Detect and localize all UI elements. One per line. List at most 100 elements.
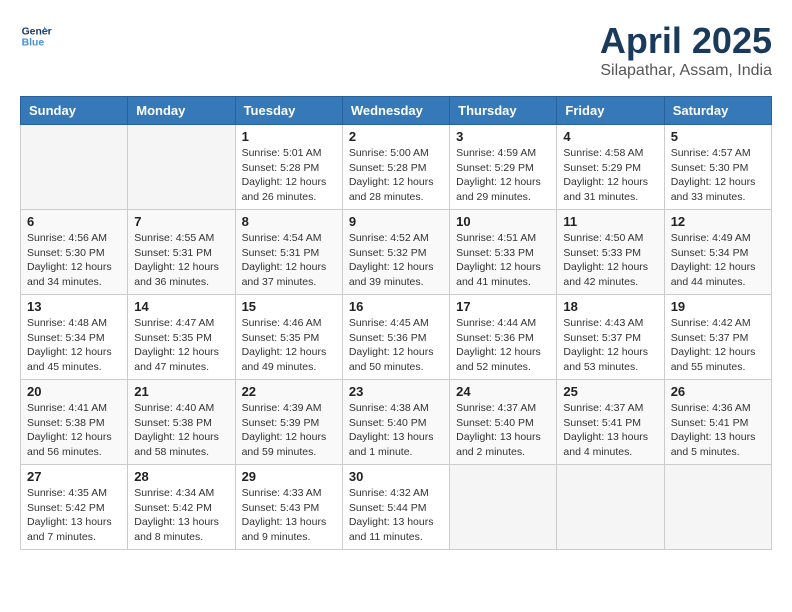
main-title: April 2025: [600, 20, 772, 62]
day-info: Sunrise: 4:35 AMSunset: 5:42 PMDaylight:…: [27, 486, 121, 545]
weekday-header-cell: Friday: [557, 97, 664, 125]
day-number: 27: [27, 469, 121, 484]
calendar-day-cell: 1 Sunrise: 5:01 AMSunset: 5:28 PMDaylight…: [235, 125, 342, 210]
weekday-header-cell: Tuesday: [235, 97, 342, 125]
calendar-day-cell: 8 Sunrise: 4:54 AMSunset: 5:31 PMDaylight…: [235, 210, 342, 295]
calendar-day-cell: 7 Sunrise: 4:55 AMSunset: 5:31 PMDaylight…: [128, 210, 235, 295]
day-info: Sunrise: 4:44 AMSunset: 5:36 PMDaylight:…: [456, 316, 550, 375]
calendar-day-cell: 10 Sunrise: 4:51 AMSunset: 5:33 PMDayligh…: [450, 210, 557, 295]
day-info: Sunrise: 5:01 AMSunset: 5:28 PMDaylight:…: [242, 146, 336, 205]
day-info: Sunrise: 5:00 AMSunset: 5:28 PMDaylight:…: [349, 146, 443, 205]
day-info: Sunrise: 4:43 AMSunset: 5:37 PMDaylight:…: [563, 316, 657, 375]
weekday-header-cell: Saturday: [664, 97, 771, 125]
svg-text:General: General: [22, 26, 52, 37]
day-number: 10: [456, 214, 550, 229]
weekday-header-row: SundayMondayTuesdayWednesdayThursdayFrid…: [21, 97, 772, 125]
weekday-header-cell: Thursday: [450, 97, 557, 125]
calendar-day-cell: 5 Sunrise: 4:57 AMSunset: 5:30 PMDaylight…: [664, 125, 771, 210]
day-number: 11: [563, 214, 657, 229]
day-info: Sunrise: 4:37 AMSunset: 5:41 PMDaylight:…: [563, 401, 657, 460]
calendar-day-cell: 30Sunrise: 4:32 AMSunset: 5:44 PMDayligh…: [342, 465, 449, 550]
day-info: Sunrise: 4:55 AMSunset: 5:31 PMDaylight:…: [134, 231, 228, 290]
day-number: 19: [671, 299, 765, 314]
day-info: Sunrise: 4:45 AMSunset: 5:36 PMDaylight:…: [349, 316, 443, 375]
calendar-day-cell: 23Sunrise: 4:38 AMSunset: 5:40 PMDayligh…: [342, 380, 449, 465]
day-number: 14: [134, 299, 228, 314]
calendar-day-cell: 14 Sunrise: 4:47 AMSunset: 5:35 PMDayligh…: [128, 295, 235, 380]
day-info: Sunrise: 4:47 AMSunset: 5:35 PMDaylight:…: [134, 316, 228, 375]
day-info: Sunrise: 4:36 AMSunset: 5:41 PMDaylight:…: [671, 401, 765, 460]
day-number: 23: [349, 384, 443, 399]
day-info: Sunrise: 4:58 AMSunset: 5:29 PMDaylight:…: [563, 146, 657, 205]
calendar-day-cell: [664, 465, 771, 550]
day-number: 15: [242, 299, 336, 314]
calendar-day-cell: 26Sunrise: 4:36 AMSunset: 5:41 PMDayligh…: [664, 380, 771, 465]
day-info: Sunrise: 4:52 AMSunset: 5:32 PMDaylight:…: [349, 231, 443, 290]
day-number: 17: [456, 299, 550, 314]
weekday-header-cell: Wednesday: [342, 97, 449, 125]
calendar-week-row: 1 Sunrise: 5:01 AMSunset: 5:28 PMDaylight…: [21, 125, 772, 210]
day-number: 22: [242, 384, 336, 399]
day-number: 25: [563, 384, 657, 399]
calendar-week-row: 20 Sunrise: 4:41 AMSunset: 5:38 PMDayligh…: [21, 380, 772, 465]
day-info: Sunrise: 4:32 AMSunset: 5:44 PMDaylight:…: [349, 486, 443, 545]
day-number: 24: [456, 384, 550, 399]
calendar-week-row: 6Sunrise: 4:56 AMSunset: 5:30 PMDaylight…: [21, 210, 772, 295]
day-info: Sunrise: 4:49 AMSunset: 5:34 PMDaylight:…: [671, 231, 765, 290]
calendar-day-cell: 17 Sunrise: 4:44 AMSunset: 5:36 PMDayligh…: [450, 295, 557, 380]
day-info: Sunrise: 4:57 AMSunset: 5:30 PMDaylight:…: [671, 146, 765, 205]
logo-icon: General Blue: [20, 20, 52, 52]
calendar-day-cell: 19 Sunrise: 4:42 AMSunset: 5:37 PMDayligh…: [664, 295, 771, 380]
calendar-day-cell: 2 Sunrise: 5:00 AMSunset: 5:28 PMDaylight…: [342, 125, 449, 210]
calendar-day-cell: 11Sunrise: 4:50 AMSunset: 5:33 PMDayligh…: [557, 210, 664, 295]
calendar-day-cell: 9Sunrise: 4:52 AMSunset: 5:32 PMDaylight…: [342, 210, 449, 295]
calendar-day-cell: [450, 465, 557, 550]
calendar-day-cell: [128, 125, 235, 210]
calendar-day-cell: 25 Sunrise: 4:37 AMSunset: 5:41 PMDayligh…: [557, 380, 664, 465]
calendar-week-row: 27 Sunrise: 4:35 AMSunset: 5:42 PMDayligh…: [21, 465, 772, 550]
day-number: 18: [563, 299, 657, 314]
calendar-day-cell: [557, 465, 664, 550]
day-number: 29: [242, 469, 336, 484]
day-number: 8: [242, 214, 336, 229]
day-info: Sunrise: 4:34 AMSunset: 5:42 PMDaylight:…: [134, 486, 228, 545]
day-number: 28: [134, 469, 228, 484]
calendar-day-cell: 12Sunrise: 4:49 AMSunset: 5:34 PMDayligh…: [664, 210, 771, 295]
day-number: 5: [671, 129, 765, 144]
calendar-day-cell: 4 Sunrise: 4:58 AMSunset: 5:29 PMDaylight…: [557, 125, 664, 210]
calendar-week-row: 13 Sunrise: 4:48 AMSunset: 5:34 PMDayligh…: [21, 295, 772, 380]
calendar-day-cell: 6Sunrise: 4:56 AMSunset: 5:30 PMDaylight…: [21, 210, 128, 295]
calendar-day-cell: 27 Sunrise: 4:35 AMSunset: 5:42 PMDayligh…: [21, 465, 128, 550]
calendar-day-cell: 18 Sunrise: 4:43 AMSunset: 5:37 PMDayligh…: [557, 295, 664, 380]
calendar-day-cell: 3Sunrise: 4:59 AMSunset: 5:29 PMDaylight…: [450, 125, 557, 210]
day-info: Sunrise: 4:54 AMSunset: 5:31 PMDaylight:…: [242, 231, 336, 290]
svg-text:Blue: Blue: [22, 38, 45, 49]
day-info: Sunrise: 4:48 AMSunset: 5:34 PMDaylight:…: [27, 316, 121, 375]
logo: General Blue: [20, 20, 52, 52]
day-number: 4: [563, 129, 657, 144]
day-info: Sunrise: 4:59 AMSunset: 5:29 PMDaylight:…: [456, 146, 550, 205]
day-info: Sunrise: 4:37 AMSunset: 5:40 PMDaylight:…: [456, 401, 550, 460]
calendar-day-cell: 20 Sunrise: 4:41 AMSunset: 5:38 PMDayligh…: [21, 380, 128, 465]
day-number: 13: [27, 299, 121, 314]
weekday-header-cell: Monday: [128, 97, 235, 125]
calendar-day-cell: 28 Sunrise: 4:34 AMSunset: 5:42 PMDayligh…: [128, 465, 235, 550]
day-number: 20: [27, 384, 121, 399]
calendar-day-cell: 29Sunrise: 4:33 AMSunset: 5:43 PMDayligh…: [235, 465, 342, 550]
calendar-body: 1 Sunrise: 5:01 AMSunset: 5:28 PMDaylight…: [21, 125, 772, 550]
calendar-day-cell: 13 Sunrise: 4:48 AMSunset: 5:34 PMDayligh…: [21, 295, 128, 380]
day-info: Sunrise: 4:51 AMSunset: 5:33 PMDaylight:…: [456, 231, 550, 290]
page-header: General Blue April 2025 Silapathar, Assa…: [20, 20, 772, 80]
day-number: 6: [27, 214, 121, 229]
day-info: Sunrise: 4:42 AMSunset: 5:37 PMDaylight:…: [671, 316, 765, 375]
title-block: April 2025 Silapathar, Assam, India: [600, 20, 772, 80]
calendar-table: SundayMondayTuesdayWednesdayThursdayFrid…: [20, 96, 772, 550]
calendar-day-cell: [21, 125, 128, 210]
day-number: 7: [134, 214, 228, 229]
day-number: 2: [349, 129, 443, 144]
day-info: Sunrise: 4:39 AMSunset: 5:39 PMDaylight:…: [242, 401, 336, 460]
day-info: Sunrise: 4:41 AMSunset: 5:38 PMDaylight:…: [27, 401, 121, 460]
calendar-day-cell: 24 Sunrise: 4:37 AMSunset: 5:40 PMDayligh…: [450, 380, 557, 465]
day-number: 1: [242, 129, 336, 144]
day-number: 16: [349, 299, 443, 314]
